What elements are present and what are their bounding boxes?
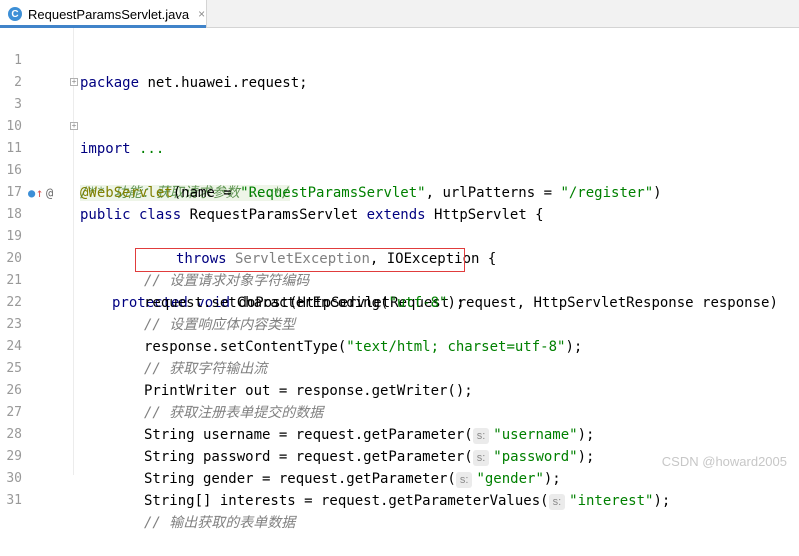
code-line: 20 // 设置请求对象字符编码: [0, 226, 799, 289]
code-line: 26 // 获取注册表单提交的数据: [0, 358, 799, 421]
code-line: 31 // 输出获取的表单数据: [0, 468, 799, 531]
code-line: 1 package net.huawei.request;: [0, 28, 799, 91]
code-line: 27 String username = request.getParamete…: [0, 380, 799, 444]
code-line: 2: [0, 50, 799, 90]
code-line: 24 // 获取字符输出流: [0, 314, 799, 377]
editor-tab-bar: C RequestParamsServlet.java ×: [0, 0, 799, 28]
fold-icon[interactable]: +: [70, 78, 78, 86]
override-method-icon[interactable]: ●: [28, 185, 35, 201]
close-icon[interactable]: ×: [198, 7, 205, 21]
code-line: 23 response.setContentType("text/html; c…: [0, 292, 799, 355]
parameter-hint: s:: [548, 494, 566, 510]
annotation-icon[interactable]: @: [46, 185, 53, 201]
tab-title: RequestParamsServlet.java: [28, 6, 190, 22]
code-line: 16 @WebServlet(name = "RequestParamsServ…: [0, 138, 799, 201]
code-line: 11 + /** 功能：获取请求参数 ...*/: [0, 116, 799, 201]
line-number: 31: [6, 493, 22, 508]
code-line: 25 PrintWriter out = response.getWriter(…: [0, 336, 799, 399]
implements-arrow-icon[interactable]: ↑: [36, 185, 43, 201]
code-line: 28 String password = request.getParamete…: [0, 402, 799, 466]
code-line: 22 // 设置响应体内容类型: [0, 270, 799, 333]
code-line: 17 public class RequestParamsServlet ext…: [0, 160, 799, 223]
code-line: 3 + import ...: [0, 72, 799, 158]
fold-icon[interactable]: +: [70, 122, 78, 130]
watermark: CSDN @howard2005: [661, 454, 787, 469]
code-line: 18 ● ↑ @ protected void doPost(HttpServl…: [0, 182, 799, 311]
highlight-box: [135, 248, 465, 272]
tab-requestparamsservlet[interactable]: C RequestParamsServlet.java ×: [0, 0, 207, 28]
code-line: 29 String gender = request.getParameter(…: [0, 424, 799, 488]
code-line: 19 throws ServletException, IOException …: [0, 204, 799, 267]
code-line: 10: [0, 94, 799, 134]
java-class-icon: C: [8, 7, 22, 21]
